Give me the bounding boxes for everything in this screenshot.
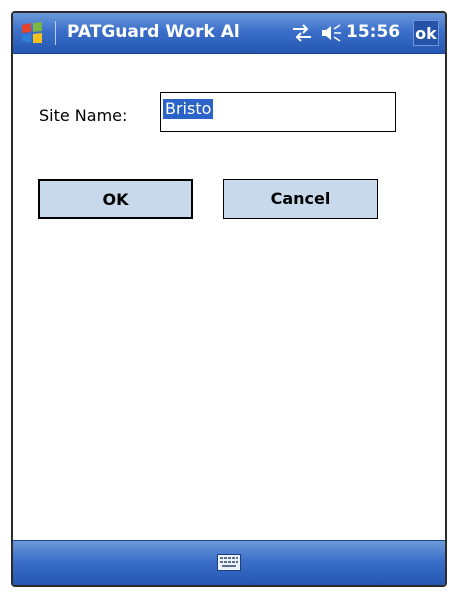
title-separator: [55, 21, 56, 45]
clock: 15:56: [346, 22, 401, 42]
cancel-button[interactable]: Cancel: [223, 179, 378, 219]
connectivity-icon[interactable]: [291, 24, 313, 42]
dialog-content: Site Name: Bristo OK Cancel: [13, 54, 445, 541]
title-ok-button[interactable]: ok: [413, 20, 439, 46]
site-name-value: Bristo: [163, 99, 214, 119]
windows-start-icon[interactable]: [19, 20, 45, 46]
window-title: PATGuard Work Al: [67, 22, 240, 42]
volume-icon[interactable]: [320, 24, 342, 42]
bottom-bar: [13, 540, 445, 585]
site-name-label: Site Name:: [39, 106, 128, 125]
site-name-input[interactable]: Bristo: [160, 92, 396, 132]
keyboard-icon[interactable]: [217, 554, 241, 571]
device-frame: PATGuard Work Al 15:56 ok Site Name: Bri…: [11, 11, 447, 587]
title-bar: PATGuard Work Al 15:56 ok: [13, 13, 445, 54]
ok-button[interactable]: OK: [38, 179, 193, 219]
